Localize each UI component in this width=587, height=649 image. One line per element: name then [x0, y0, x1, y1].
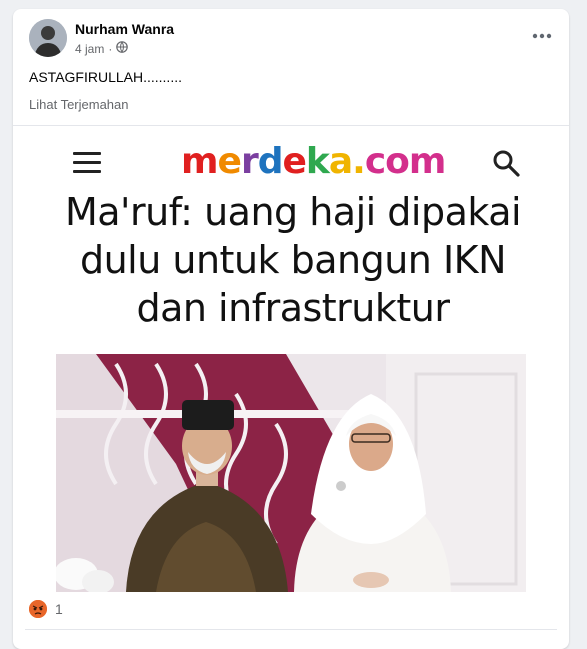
post-card: Nurham Wanra 4 jam · ASTAGFIRULLAH......…	[13, 9, 569, 649]
avatar[interactable]	[29, 19, 67, 57]
post-text: ASTAGFIRULLAH..........	[29, 69, 182, 85]
reaction-summary[interactable]: 1	[29, 600, 63, 618]
angry-reaction-icon	[29, 600, 47, 618]
globe-icon	[116, 41, 129, 56]
divider	[25, 629, 557, 630]
post-meta: 4 jam ·	[75, 41, 129, 56]
meta-separator: ·	[108, 41, 113, 56]
see-translation-link[interactable]: Lihat Terjemahan	[29, 97, 129, 112]
site-logo: merdeka.com	[181, 141, 446, 182]
hamburger-menu-icon	[73, 150, 103, 176]
article-headline: Ma'ruf: uang haji dipakai dulu untuk ban…	[64, 190, 522, 330]
reaction-count: 1	[55, 601, 63, 617]
search-icon	[491, 148, 521, 178]
post-time[interactable]: 4 jam	[75, 42, 104, 56]
shared-article-image[interactable]: merdeka.com Ma'ruf: uang haji dipakai du…	[13, 126, 569, 592]
site-header: merdeka.com	[53, 138, 533, 188]
post-header: Nurham Wanra 4 jam ·	[13, 9, 569, 67]
article-photo	[56, 354, 526, 592]
author-name[interactable]: Nurham Wanra	[75, 21, 174, 37]
more-options-icon[interactable]	[531, 25, 553, 47]
